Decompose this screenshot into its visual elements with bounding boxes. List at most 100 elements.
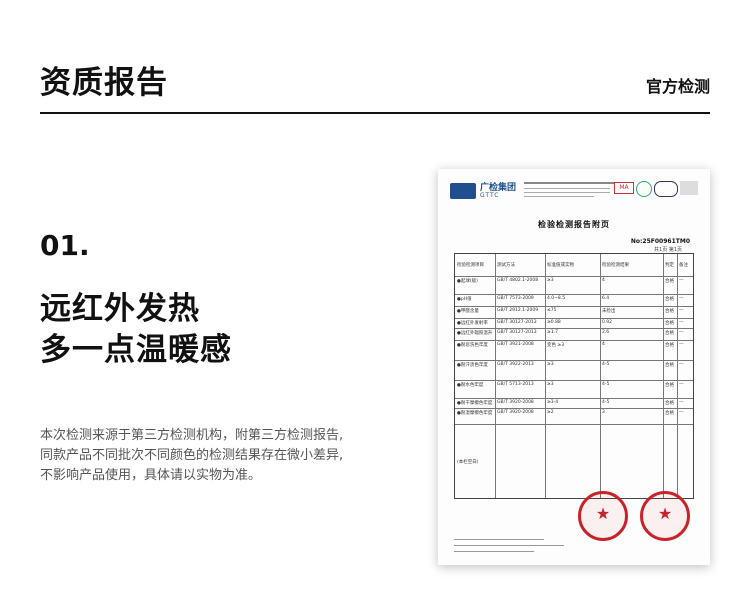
table-cell: —: [679, 320, 684, 325]
table-cell: —: [679, 382, 684, 387]
table-cell: 4.0~8.5: [547, 296, 566, 301]
ilac-cert-icon: [636, 181, 652, 197]
table-column-divider: [545, 254, 546, 498]
table-cell: ≥3: [547, 362, 554, 367]
description-line: 同款产品不同批次不同颜色的检测结果存在微小差异,: [40, 448, 344, 463]
table-row-divider: [455, 276, 693, 277]
table-cell: 合格: [665, 363, 674, 368]
table-cell: —: [679, 342, 684, 347]
table-cell: —: [679, 400, 684, 405]
red-seal-icon: ★: [578, 491, 628, 541]
table-cell: GB/T 3922-2013: [497, 362, 534, 367]
table-header-cell: 检验检测项目: [457, 263, 484, 268]
table-row-divider: [455, 340, 693, 341]
table-cell: 合格: [665, 279, 674, 284]
table-cell: GB/T 4802.1-2008: [497, 278, 539, 283]
red-seal-icon: ★: [640, 491, 690, 541]
table-cell: 合格: [665, 383, 674, 388]
table-cell: 2.6: [602, 330, 610, 335]
table-cell: 合格: [665, 297, 674, 302]
table-remark: (本栏空白): [457, 460, 479, 465]
table-row-divider: [455, 398, 693, 399]
table-cell: GB/T 3920-2008: [497, 400, 534, 405]
table-row-divider: [455, 360, 693, 361]
table-cell: 3: [602, 410, 605, 415]
table-cell: ≥1.7: [547, 330, 558, 335]
report-logo-sub: GTTC: [480, 192, 500, 199]
table-cell: ≥3: [547, 382, 554, 387]
table-cell: ●耐皂洗色牢度: [457, 343, 488, 348]
table-cell: —: [679, 410, 684, 415]
footer-line: [454, 545, 564, 546]
report-number: No:25F00961TM0: [630, 238, 690, 245]
table-row-divider: [455, 306, 693, 307]
headline-line-2: 多一点温暖感: [40, 332, 232, 368]
table-row-divider: [455, 294, 693, 295]
table-header-cell: 测试方法: [497, 263, 515, 268]
table-cell: GB/T 2912.1-2009: [497, 308, 539, 313]
table-cell: 合格: [665, 401, 674, 406]
description: 本次检测来源于第三方检测机构，附第三方检测报告, 同款产品不同批次不同颜色的检测…: [40, 426, 370, 486]
table-cell: —: [679, 362, 684, 367]
table-cell: —: [679, 296, 684, 301]
org-address-line: [524, 192, 610, 193]
table-cell: ●远红外发射率: [457, 321, 488, 326]
ma-cert-icon: MA: [614, 182, 634, 194]
table-column-divider: [677, 254, 678, 498]
table-cell: 合格: [665, 321, 674, 326]
table-cell: GB/T 3921-2008: [497, 342, 534, 347]
gttc-logo-icon: [450, 183, 476, 199]
table-cell: —: [679, 278, 684, 283]
table-cell: 4-5: [602, 400, 610, 405]
table-cell: ●耐干摩擦色牢度: [457, 401, 493, 406]
table-cell: ●甲醛含量: [457, 309, 479, 314]
table-cell: 合格: [665, 411, 674, 416]
org-name-line: [524, 182, 614, 184]
header-right-label: 官方检测: [645, 77, 710, 96]
report-page-number: 共1页 第1页: [654, 247, 682, 253]
table-cell: ≤75: [547, 308, 557, 313]
page-title: 资质报告: [40, 65, 168, 101]
header-divider: [40, 112, 710, 114]
table-cell: 4: [602, 342, 605, 347]
table-cell: ●起球(级): [457, 279, 478, 284]
table-column-divider: [663, 254, 664, 498]
table-column-divider: [495, 254, 496, 498]
table-cell: GB/T 3920-2008: [497, 410, 534, 415]
report-title: 检验检测报告附页: [538, 220, 610, 229]
table-cell: GB/T 30127-2013: [497, 330, 537, 335]
table-row-divider: [455, 328, 693, 329]
section-number: 01.: [40, 229, 90, 262]
cnas-cert-icon: [654, 181, 678, 197]
table-cell: 变色 ≥3: [547, 343, 565, 348]
table-cell: ●耐汗渍色牢度: [457, 363, 488, 368]
table-cell: 4-5: [602, 362, 610, 367]
table-cell: —: [679, 330, 684, 335]
table-cell: 合格: [665, 309, 674, 314]
table-cell: ●耐湿摩擦色牢度: [457, 411, 493, 416]
table-cell: —: [679, 308, 684, 313]
table-cell: ≥2: [547, 410, 554, 415]
table-cell: 4-5: [602, 382, 610, 387]
table-cell: 合格: [665, 343, 674, 348]
table-cell: 合格: [665, 331, 674, 336]
table-header-cell: 标准值或实物: [547, 263, 574, 268]
footer-line: [454, 539, 544, 540]
table-row-divider: [455, 380, 693, 381]
table-header-cell: 判定: [665, 263, 674, 268]
table-cell: GB/T 7573-2009: [497, 296, 534, 301]
table-cell: 4: [602, 278, 605, 283]
report-table: 检验检测项目 测试方法 标准值或实物 检验检测结果 判定 备注 ●起球(级) GB/T 480…: [454, 253, 694, 499]
table-cell: GB/T 5713-2013: [497, 382, 534, 387]
table-cell: 未检出: [602, 309, 616, 314]
table-cell: ●pH值: [457, 297, 472, 302]
org-address-line: [524, 196, 594, 197]
table-cell: ●耐水色牢度: [457, 383, 484, 388]
description-line: 不影响产品使用，具体请以实物为准。: [40, 468, 262, 483]
footer-line: [454, 551, 534, 552]
table-row-divider: [455, 424, 693, 425]
table-cell: GB/T 30127-2013: [497, 320, 537, 325]
table-cell: ●远红外辐照温升: [457, 331, 493, 336]
testing-cert-icon: [680, 181, 698, 195]
description-line: 本次检测来源于第三方检测机构，附第三方检测报告,: [40, 428, 344, 443]
